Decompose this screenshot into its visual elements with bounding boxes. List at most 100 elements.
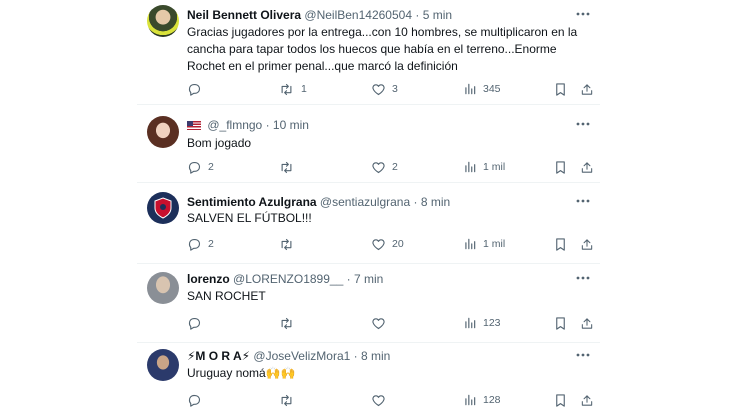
repost-button[interactable] [278,391,301,409]
reply-count: 2 [208,161,214,173]
tweet[interactable]: lorenzo @LORENZO1899__ · 7 min SAN ROCHE… [137,264,600,342]
views-button[interactable]: 123 [463,314,501,332]
repost-count: 1 [301,83,307,95]
bar-chart-icon [463,393,477,407]
reply-icon [187,316,202,331]
separator-dot: · [415,8,420,22]
tweet[interactable]: @_flmngo · 10 min Bom jogado 2 2 1 mil [137,105,600,182]
reply-count: 2 [208,238,214,250]
views-button[interactable]: 345 [463,80,501,98]
more-options-icon[interactable] [574,5,592,23]
author-name[interactable]: Neil Bennett Olivera [187,8,301,22]
bookmark-button[interactable] [554,314,567,332]
views-button[interactable]: 1 mil [463,235,505,253]
tweet-text: SALVEN EL FÚTBOL!!! [187,211,312,225]
avatar[interactable] [147,192,179,224]
reply-button[interactable] [187,391,208,409]
tweet-actions: 123 [187,314,594,332]
author-handle[interactable]: @NeilBen14260504 [304,8,412,22]
heart-icon [371,316,386,331]
bookmark-button[interactable] [554,235,567,253]
author-handle[interactable]: @_flmngo [207,118,262,132]
repost-button[interactable]: 1 [278,80,307,98]
share-button[interactable] [580,391,594,409]
tweet-actions: 1 3 345 [187,80,594,98]
bookmark-icon [554,160,567,175]
view-count: 1 mil [483,161,506,173]
bookmark-icon [554,393,567,408]
repost-icon [278,160,295,175]
repost-button[interactable] [278,158,301,176]
bookmark-button[interactable] [554,80,567,98]
like-button[interactable] [371,314,392,332]
reply-icon [187,393,202,408]
timestamp[interactable]: 10 min [273,118,309,132]
heart-icon [371,393,386,408]
avatar[interactable] [147,272,179,304]
author-name[interactable]: ⚡M O R A⚡ [187,349,250,363]
view-count: 345 [483,83,501,95]
avatar[interactable] [147,5,179,37]
views-button[interactable]: 128 [463,391,501,409]
tweet-text: Gracias jugadores por la entrega...con 1… [187,25,578,73]
more-options-icon[interactable] [574,269,592,287]
separator-dot: · [265,118,270,132]
heart-icon [371,82,386,97]
share-button[interactable] [580,80,594,98]
view-count: 128 [483,394,501,406]
like-button[interactable] [371,391,392,409]
reply-button[interactable]: 2 [187,158,214,176]
like-button[interactable]: 2 [371,158,398,176]
timestamp[interactable]: 8 min [421,195,450,209]
repost-button[interactable] [278,314,301,332]
tweet-actions: 2 2 1 mil [187,158,594,176]
share-button[interactable] [580,314,594,332]
timestamp[interactable]: 7 min [354,272,383,286]
repost-button[interactable] [278,235,301,253]
reply-feed: Neil Bennett Olivera @NeilBen14260504 · … [137,0,600,416]
tweet-text: Bom jogado [187,136,252,150]
share-icon [580,237,594,252]
views-button[interactable]: 1 mil [463,158,505,176]
reply-button[interactable] [187,80,208,98]
like-count: 2 [392,161,398,173]
bar-chart-icon [463,160,477,174]
author-handle[interactable]: @LORENZO1899__ [233,272,343,286]
separator-dot: · [413,195,418,209]
like-button[interactable]: 3 [371,80,398,98]
author-handle[interactable]: @JoseVelizMora1 [253,349,350,363]
reply-button[interactable]: 2 [187,235,214,253]
avatar[interactable] [147,349,179,381]
tweet[interactable]: Neil Bennett Olivera @NeilBen14260504 · … [137,0,600,104]
share-button[interactable] [580,235,594,253]
more-options-icon[interactable] [574,115,592,133]
share-button[interactable] [580,158,594,176]
reply-icon [187,237,202,252]
more-options-icon[interactable] [574,192,592,210]
timestamp[interactable]: 8 min [361,349,390,363]
like-button[interactable]: 20 [371,235,404,253]
separator-dot: · [353,349,358,363]
like-count: 20 [392,238,404,250]
tweet[interactable]: ⚡M O R A⚡ @JoseVelizMora1 · 8 min Urugua… [137,343,600,416]
bookmark-button[interactable] [554,158,567,176]
share-icon [580,393,594,408]
bookmark-icon [554,82,567,97]
share-icon [580,82,594,97]
repost-icon [278,82,295,97]
repost-icon [278,237,295,252]
author-handle[interactable]: @sentiazulgrana [320,195,410,209]
author-name[interactable]: Sentimiento Azulgrana [187,195,317,209]
reply-icon [187,82,202,97]
tweet-text: Uruguay nomá🙌🙌 [187,366,296,380]
tweet[interactable]: Sentimiento Azulgrana @sentiazulgrana · … [137,183,600,263]
tweet-text: SAN ROCHET [187,289,266,303]
reply-button[interactable] [187,314,208,332]
more-options-icon[interactable] [574,346,592,364]
author-name[interactable]: lorenzo [187,272,230,286]
reply-icon [187,160,202,175]
timestamp[interactable]: 5 min [423,8,452,22]
avatar[interactable] [147,116,179,148]
share-icon [580,316,594,331]
bookmark-button[interactable] [554,391,567,409]
